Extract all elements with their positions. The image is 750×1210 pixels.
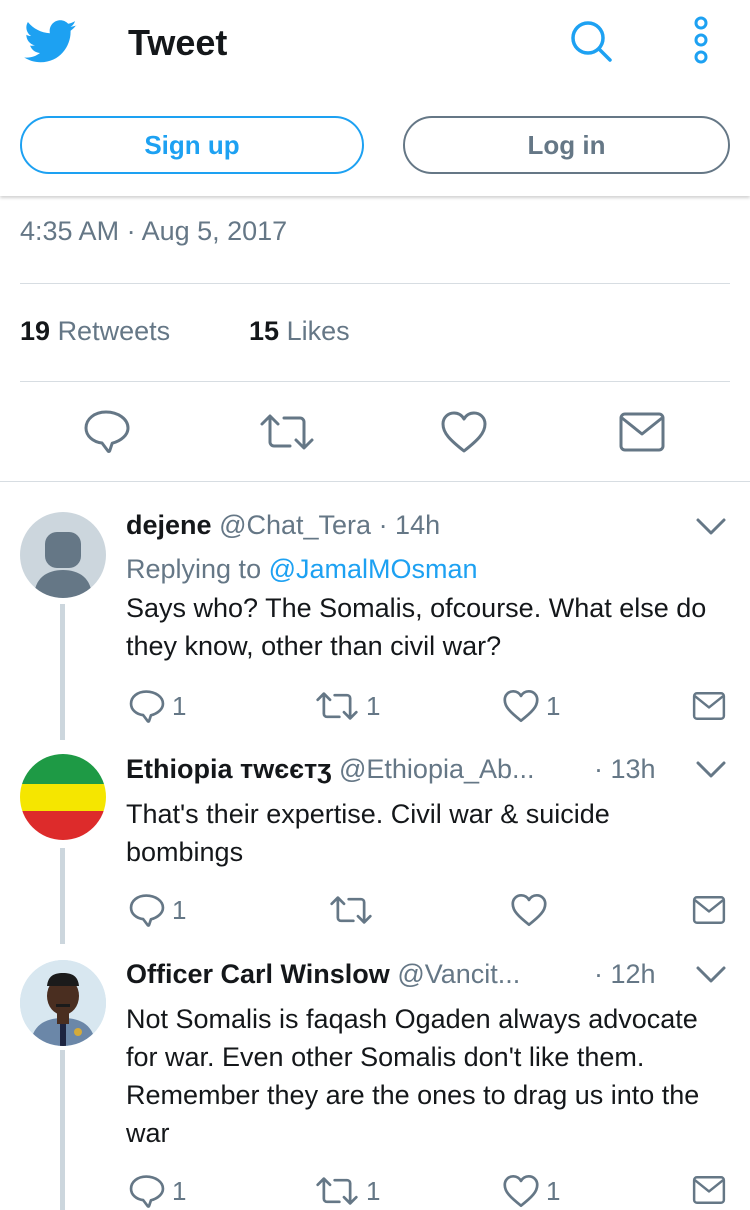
retweets-label: Retweets xyxy=(57,316,171,346)
reply-action[interactable]: 1 xyxy=(128,688,186,724)
retweets-count: 19 xyxy=(20,316,51,346)
reply-icon[interactable] xyxy=(82,408,132,454)
reply-author-handle: @Ethiopia_Ab... xyxy=(339,754,535,784)
reply-author-name: dejene xyxy=(126,510,212,540)
like-count: 1 xyxy=(546,690,561,721)
page-title: Tweet xyxy=(128,22,228,63)
chevron-down-icon[interactable] xyxy=(694,515,728,539)
thread-line xyxy=(60,1050,65,1210)
message-icon[interactable] xyxy=(692,894,726,926)
reply-header[interactable]: Officer Carl Winslow @Vancit... xyxy=(126,959,520,990)
reply-text: Not Somalis is faqash Ogaden always advo… xyxy=(126,1004,700,1148)
like-action[interactable] xyxy=(510,893,548,927)
reply-time: · 13h xyxy=(594,754,656,784)
like-action[interactable]: 1 xyxy=(502,689,560,723)
thread-line xyxy=(60,848,65,944)
reply-count: 1 xyxy=(172,690,187,721)
search-icon[interactable] xyxy=(566,18,616,64)
like-icon[interactable] xyxy=(440,410,488,454)
reply-time: · 12h xyxy=(594,959,656,989)
retweets-stat[interactable]: 19 Retweets xyxy=(20,316,170,347)
retweet-icon[interactable] xyxy=(258,410,316,454)
reply-header[interactable]: Ethiopia ᴛᴡєєᴛʒ @Ethiopia_Ab... xyxy=(126,754,535,785)
log-in-button[interactable]: Log in xyxy=(403,116,730,174)
tweet-timestamp[interactable]: 4:35 AM · Aug 5, 2017 xyxy=(20,216,287,247)
avatar[interactable] xyxy=(20,754,106,840)
reply-count: 1 xyxy=(172,1175,187,1206)
likes-count: 15 xyxy=(249,316,280,346)
chevron-down-icon[interactable] xyxy=(694,758,728,782)
replying-to: Replying to @JamalMOsman xyxy=(126,554,478,585)
avatar[interactable] xyxy=(20,512,106,598)
reply-author-handle: @Chat_Tera xyxy=(219,510,372,540)
reply-text: Says who? The Somalis, ofcourse. What el… xyxy=(126,593,707,661)
likes-stat[interactable]: 15 Likes xyxy=(249,316,350,347)
chevron-down-icon[interactable] xyxy=(694,963,728,987)
retweet-action[interactable]: 1 xyxy=(314,689,380,723)
twitter-bird-icon[interactable] xyxy=(24,20,78,64)
reply-author-name: Ethiopia ᴛᴡєєᴛʒ xyxy=(126,754,332,784)
replying-prefix: Replying to xyxy=(126,554,262,584)
sign-up-button[interactable]: Sign up xyxy=(20,116,364,174)
reply-count: 1 xyxy=(172,894,187,925)
message-icon[interactable] xyxy=(618,410,666,454)
divider xyxy=(20,381,730,382)
divider xyxy=(20,283,730,284)
reply-author-name: Officer Carl Winslow xyxy=(126,959,390,989)
reply-header[interactable]: dejene @Chat_Tera · 14h xyxy=(126,510,440,541)
retweet-action[interactable]: 1 xyxy=(314,1174,380,1208)
retweet-action[interactable] xyxy=(328,893,374,927)
retweet-count: 1 xyxy=(366,1175,381,1206)
reply-action[interactable]: 1 xyxy=(128,1173,186,1209)
reply-text: That's their expertise. Civil war & suic… xyxy=(126,799,610,867)
like-count: 1 xyxy=(546,1175,561,1206)
likes-label: Likes xyxy=(286,316,350,346)
top-header: Tweet Sign up Log in xyxy=(0,0,750,196)
reply-author-handle: @Vancit... xyxy=(397,959,521,989)
avatar[interactable] xyxy=(20,960,106,1046)
retweet-count: 1 xyxy=(366,690,381,721)
reply-action[interactable]: 1 xyxy=(128,892,186,928)
reply-time: · 14h xyxy=(378,510,441,540)
divider xyxy=(0,481,750,482)
message-icon[interactable] xyxy=(692,690,726,722)
replying-to-link[interactable]: @JamalMOsman xyxy=(269,554,478,584)
more-icon[interactable] xyxy=(686,14,716,66)
thread-line xyxy=(60,604,65,740)
message-icon[interactable] xyxy=(692,1174,726,1206)
like-action[interactable]: 1 xyxy=(502,1174,560,1208)
